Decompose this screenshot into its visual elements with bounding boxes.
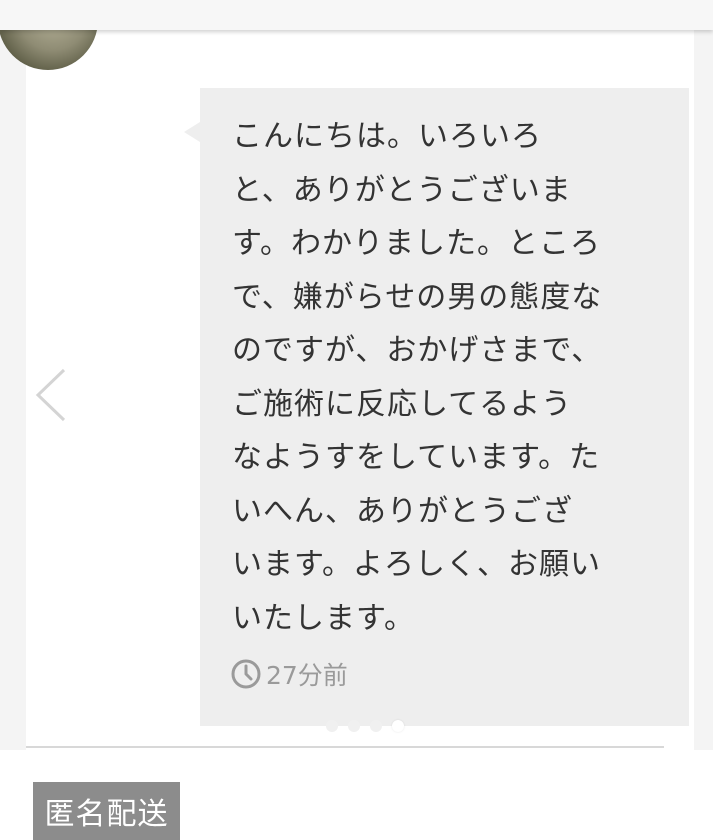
message-line: で、嫌がらせの男の態度な	[232, 279, 603, 315]
message-text: こんにちは。いろいろ と、ありがとうございま す。わかりました。ところ で、嫌が…	[232, 110, 662, 645]
carousel-dot-active[interactable]	[392, 720, 404, 732]
top-header-bar	[0, 0, 713, 30]
carousel-dot[interactable]	[348, 720, 360, 732]
message-line: す。わかりました。ところ	[232, 226, 601, 261]
chevron-left-icon	[32, 367, 67, 423]
message-line: こんにちは。いろいろ	[232, 119, 542, 154]
carousel-dots	[326, 720, 404, 732]
message-line: のですが、おかげさまで、	[232, 333, 603, 368]
carousel-dot[interactable]	[370, 720, 382, 732]
message-bubble: こんにちは。いろいろ と、ありがとうございま す。わかりました。ところ で、嫌が…	[184, 88, 689, 726]
carousel-prev-button[interactable]	[28, 364, 74, 426]
message-card: こんにちは。いろいろ と、ありがとうございま す。わかりました。ところ で、嫌が…	[0, 0, 694, 750]
carousel-dot[interactable]	[326, 720, 338, 732]
message-line: います。よろしく、お願い	[232, 547, 601, 582]
timestamp-text: 27分前	[266, 661, 348, 690]
message-line: ご施術に反応してるよう	[232, 386, 573, 422]
shipping-tag: 匿名配送	[33, 782, 180, 840]
divider	[26, 746, 664, 748]
message-line: なようすをしています。た	[232, 440, 601, 475]
message-line: と、ありがとうございま	[232, 172, 572, 208]
message-line: いへん、ありがとうござ	[232, 493, 573, 529]
message-timestamp: 27分前	[230, 657, 348, 691]
message-line: いたします。	[232, 600, 415, 636]
bubble-tail	[184, 122, 200, 142]
clock-icon	[231, 659, 261, 689]
